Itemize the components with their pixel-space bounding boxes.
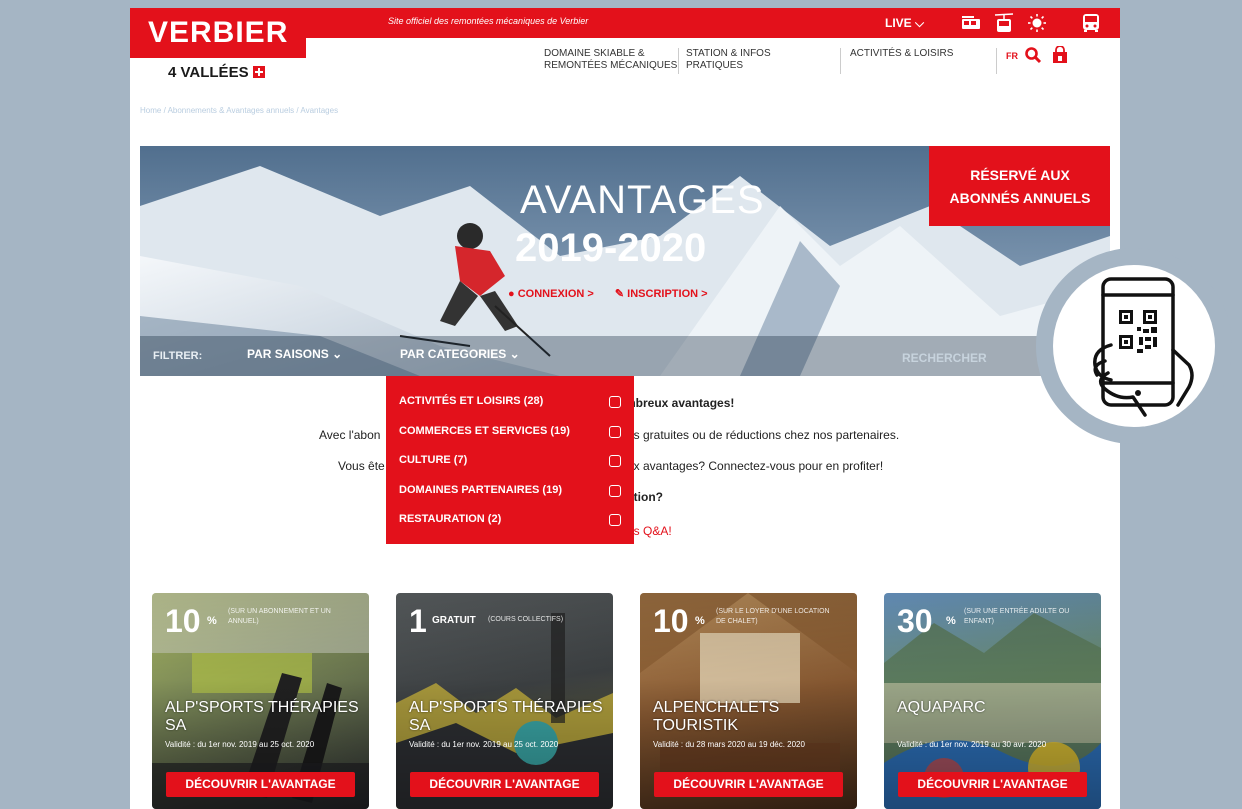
chevron-down-icon: ⌄ xyxy=(509,347,520,361)
filter-seasons-label: PAR SAISONS xyxy=(247,347,329,361)
nav-item-activites[interactable]: ACTIVITÉS & LOISIRS xyxy=(850,48,953,60)
offer-card[interactable]: 1 GRATUIT (cours collectifs) ALP'SPORTS … xyxy=(396,593,613,809)
dropdown-option-label: DOMAINES PARTENAIRES (19) xyxy=(399,484,562,496)
card-validity: Validité : du 1er nov. 2019 au 30 avr. 2… xyxy=(897,740,1047,749)
chevron-down-icon: ⌄ xyxy=(332,347,343,361)
logo-subtitle-text: 4 VALLÉES xyxy=(168,64,249,81)
nav-separator xyxy=(678,48,679,74)
discover-advantage-button[interactable]: DÉCOUVRIR L'AVANTAGE xyxy=(166,772,355,797)
filter-bar: FILTRER: PAR SAISONS ⌄ PAR CATEGORIES ⌄ … xyxy=(140,336,1110,376)
user-icon: ● xyxy=(508,288,515,300)
site-tagline: Site officiel des remontées mécaniques d… xyxy=(388,16,589,26)
checkbox[interactable] xyxy=(609,485,621,497)
login-link[interactable]: CONNEXION > xyxy=(518,288,594,300)
card-discount-value: 1 xyxy=(409,603,427,639)
language-selector[interactable]: FR xyxy=(1006,51,1018,61)
card-discount-unit: % xyxy=(946,615,956,627)
card-discount-unit: GRATUIT xyxy=(432,615,476,626)
offer-card[interactable]: 10 % (sur le loyer d'une location de cha… xyxy=(640,593,857,809)
card-validity: Validité : du 28 mars 2020 au 19 déc. 20… xyxy=(653,740,805,749)
dropdown-option-label: RESTAURATION (2) xyxy=(399,513,502,525)
discover-advantage-button[interactable]: DÉCOUVRIR L'AVANTAGE xyxy=(410,772,599,797)
card-partner-name: ALPENCHALETS TOURISTIK xyxy=(653,699,780,734)
card-discount-note: (sur le loyer d'une location de chalet) xyxy=(716,608,830,625)
card-partner-name: ALP'SPORTS THÉRAPIES SA xyxy=(165,699,359,734)
nav-item-domaine-line2: REMONTÉES MÉCANIQUES xyxy=(544,60,678,71)
offer-card[interactable]: 30 % (sur une entrée adulte ou enfant) A… xyxy=(884,593,1101,809)
pencil-icon: ✎ xyxy=(614,288,625,300)
checkbox[interactable] xyxy=(609,514,621,526)
nav-item-activites-line1: ACTIVITÉS & LOISIRS xyxy=(850,48,954,59)
page: Site officiel des remontées mécaniques d… xyxy=(130,8,1120,809)
dropdown-option-label: CULTURE (7) xyxy=(399,454,468,466)
content-line-2-start: Vous ête xyxy=(338,459,385,473)
swiss-cross-icon xyxy=(252,66,265,78)
gondola-icon[interactable] xyxy=(993,13,1015,33)
discover-advantage-button[interactable]: DÉCOUVRIR L'AVANTAGE xyxy=(898,772,1087,797)
cable-car-icon[interactable] xyxy=(960,13,982,33)
search-input[interactable]: RECHERCHER xyxy=(902,351,987,365)
hero-title: AVANTAGES xyxy=(520,178,765,222)
nav-item-station[interactable]: STATION & INFOS PRATIQUES xyxy=(686,48,771,72)
search-icon[interactable] xyxy=(1024,46,1042,64)
hero-auth-links: ● CONNEXION > ✎ INSCRIPTION > xyxy=(508,287,708,300)
reserved-badge-line2: ABONNÉS ANNUELS xyxy=(949,190,1091,206)
nav-item-station-line2: PRATIQUES xyxy=(686,60,744,71)
reserved-badge: RÉSERVÉ AUX ABONNÉS ANNUELS xyxy=(929,146,1110,226)
categories-dropdown-menu: ACTIVITÉS ET LOISIRS (28) COMMERCES ET S… xyxy=(386,376,634,544)
card-validity: Validité : du 1er nov. 2019 au 25 oct. 2… xyxy=(409,740,559,749)
content-line-2-end: ux avantages? Connectez-vous pour en pro… xyxy=(627,459,884,473)
card-discount-value: 10 xyxy=(653,603,689,639)
card-discount-note: (sur une entrée adulte ou enfant) xyxy=(964,608,1070,625)
qr-illustration-badge xyxy=(1036,248,1232,444)
bus-icon[interactable] xyxy=(1080,13,1102,33)
card-discount-unit: % xyxy=(695,615,705,627)
nav-separator xyxy=(840,48,841,74)
hero-year: 2019-2020 xyxy=(515,226,707,270)
content-line-1-end: es gratuites ou de réductions chez nos p… xyxy=(627,428,900,442)
card-discount-unit: % xyxy=(207,615,217,627)
logo-name: VERBIER xyxy=(148,16,289,49)
signup-link[interactable]: INSCRIPTION > xyxy=(627,288,707,300)
nav-separator xyxy=(996,48,997,74)
card-partner-name: AQUAPARC xyxy=(897,699,986,716)
content-headline: mbreux avantages! xyxy=(625,396,735,410)
checkbox[interactable] xyxy=(609,396,621,408)
card-validity: Validité : du 1er nov. 2019 au 25 oct. 2… xyxy=(165,740,315,749)
offer-card[interactable]: 10 % (sur un abonnement et un annuel) AL… xyxy=(152,593,369,809)
filter-seasons-dropdown[interactable]: PAR SAISONS ⌄ xyxy=(247,347,342,361)
hero-banner: AVANTAGES 2019-2020 ● CONNEXION > ✎ INSC… xyxy=(140,146,1110,376)
checkbox[interactable] xyxy=(609,455,621,467)
discover-advantage-button[interactable]: DÉCOUVRIR L'AVANTAGE xyxy=(654,772,843,797)
card-discount-note: (cours collectifs) xyxy=(488,616,564,623)
dropdown-option-label: ACTIVITÉS ET LOISIRS (28) xyxy=(399,395,544,407)
shopping-bag-icon[interactable] xyxy=(1051,46,1069,64)
dropdown-option-label: COMMERCES ET SERVICES (19) xyxy=(399,425,570,437)
nav-item-domaine-line1: DOMAINE SKIABLE & xyxy=(544,48,645,59)
nav-item-station-line1: STATION & INFOS xyxy=(686,48,771,59)
verbier-logo[interactable]: VERBIER xyxy=(130,8,306,58)
card-discount-value: 10 xyxy=(165,603,201,639)
card-partner-name: ALP'SPORTS THÉRAPIES SA xyxy=(409,699,603,734)
card-discount-value: 30 xyxy=(897,603,933,639)
filter-categories-label: PAR CATEGORIES xyxy=(400,347,507,361)
reserved-badge-line1: RÉSERVÉ AUX xyxy=(970,167,1070,183)
filter-categories-dropdown[interactable]: PAR CATEGORIES ⌄ xyxy=(400,347,520,361)
breadcrumb[interactable]: Home / Abonnements & Avantages annuels /… xyxy=(140,106,338,115)
sun-icon[interactable] xyxy=(1026,13,1048,33)
filter-label: FILTRER: xyxy=(153,350,203,362)
logo-subtitle: 4 VALLÉES xyxy=(168,64,265,81)
content-line-1-start: Avec l'abon xyxy=(319,428,381,442)
checkbox[interactable] xyxy=(609,426,621,438)
nav-item-domaine[interactable]: DOMAINE SKIABLE & REMONTÉES MÉCANIQUES xyxy=(544,48,677,72)
qr-illustration-inner xyxy=(1053,265,1215,427)
phone-qr-code-icon xyxy=(1093,277,1194,417)
live-menu[interactable]: LIVE ⌵ xyxy=(885,16,924,31)
card-discount-note: (sur un abonnement et un annuel) xyxy=(228,608,331,625)
